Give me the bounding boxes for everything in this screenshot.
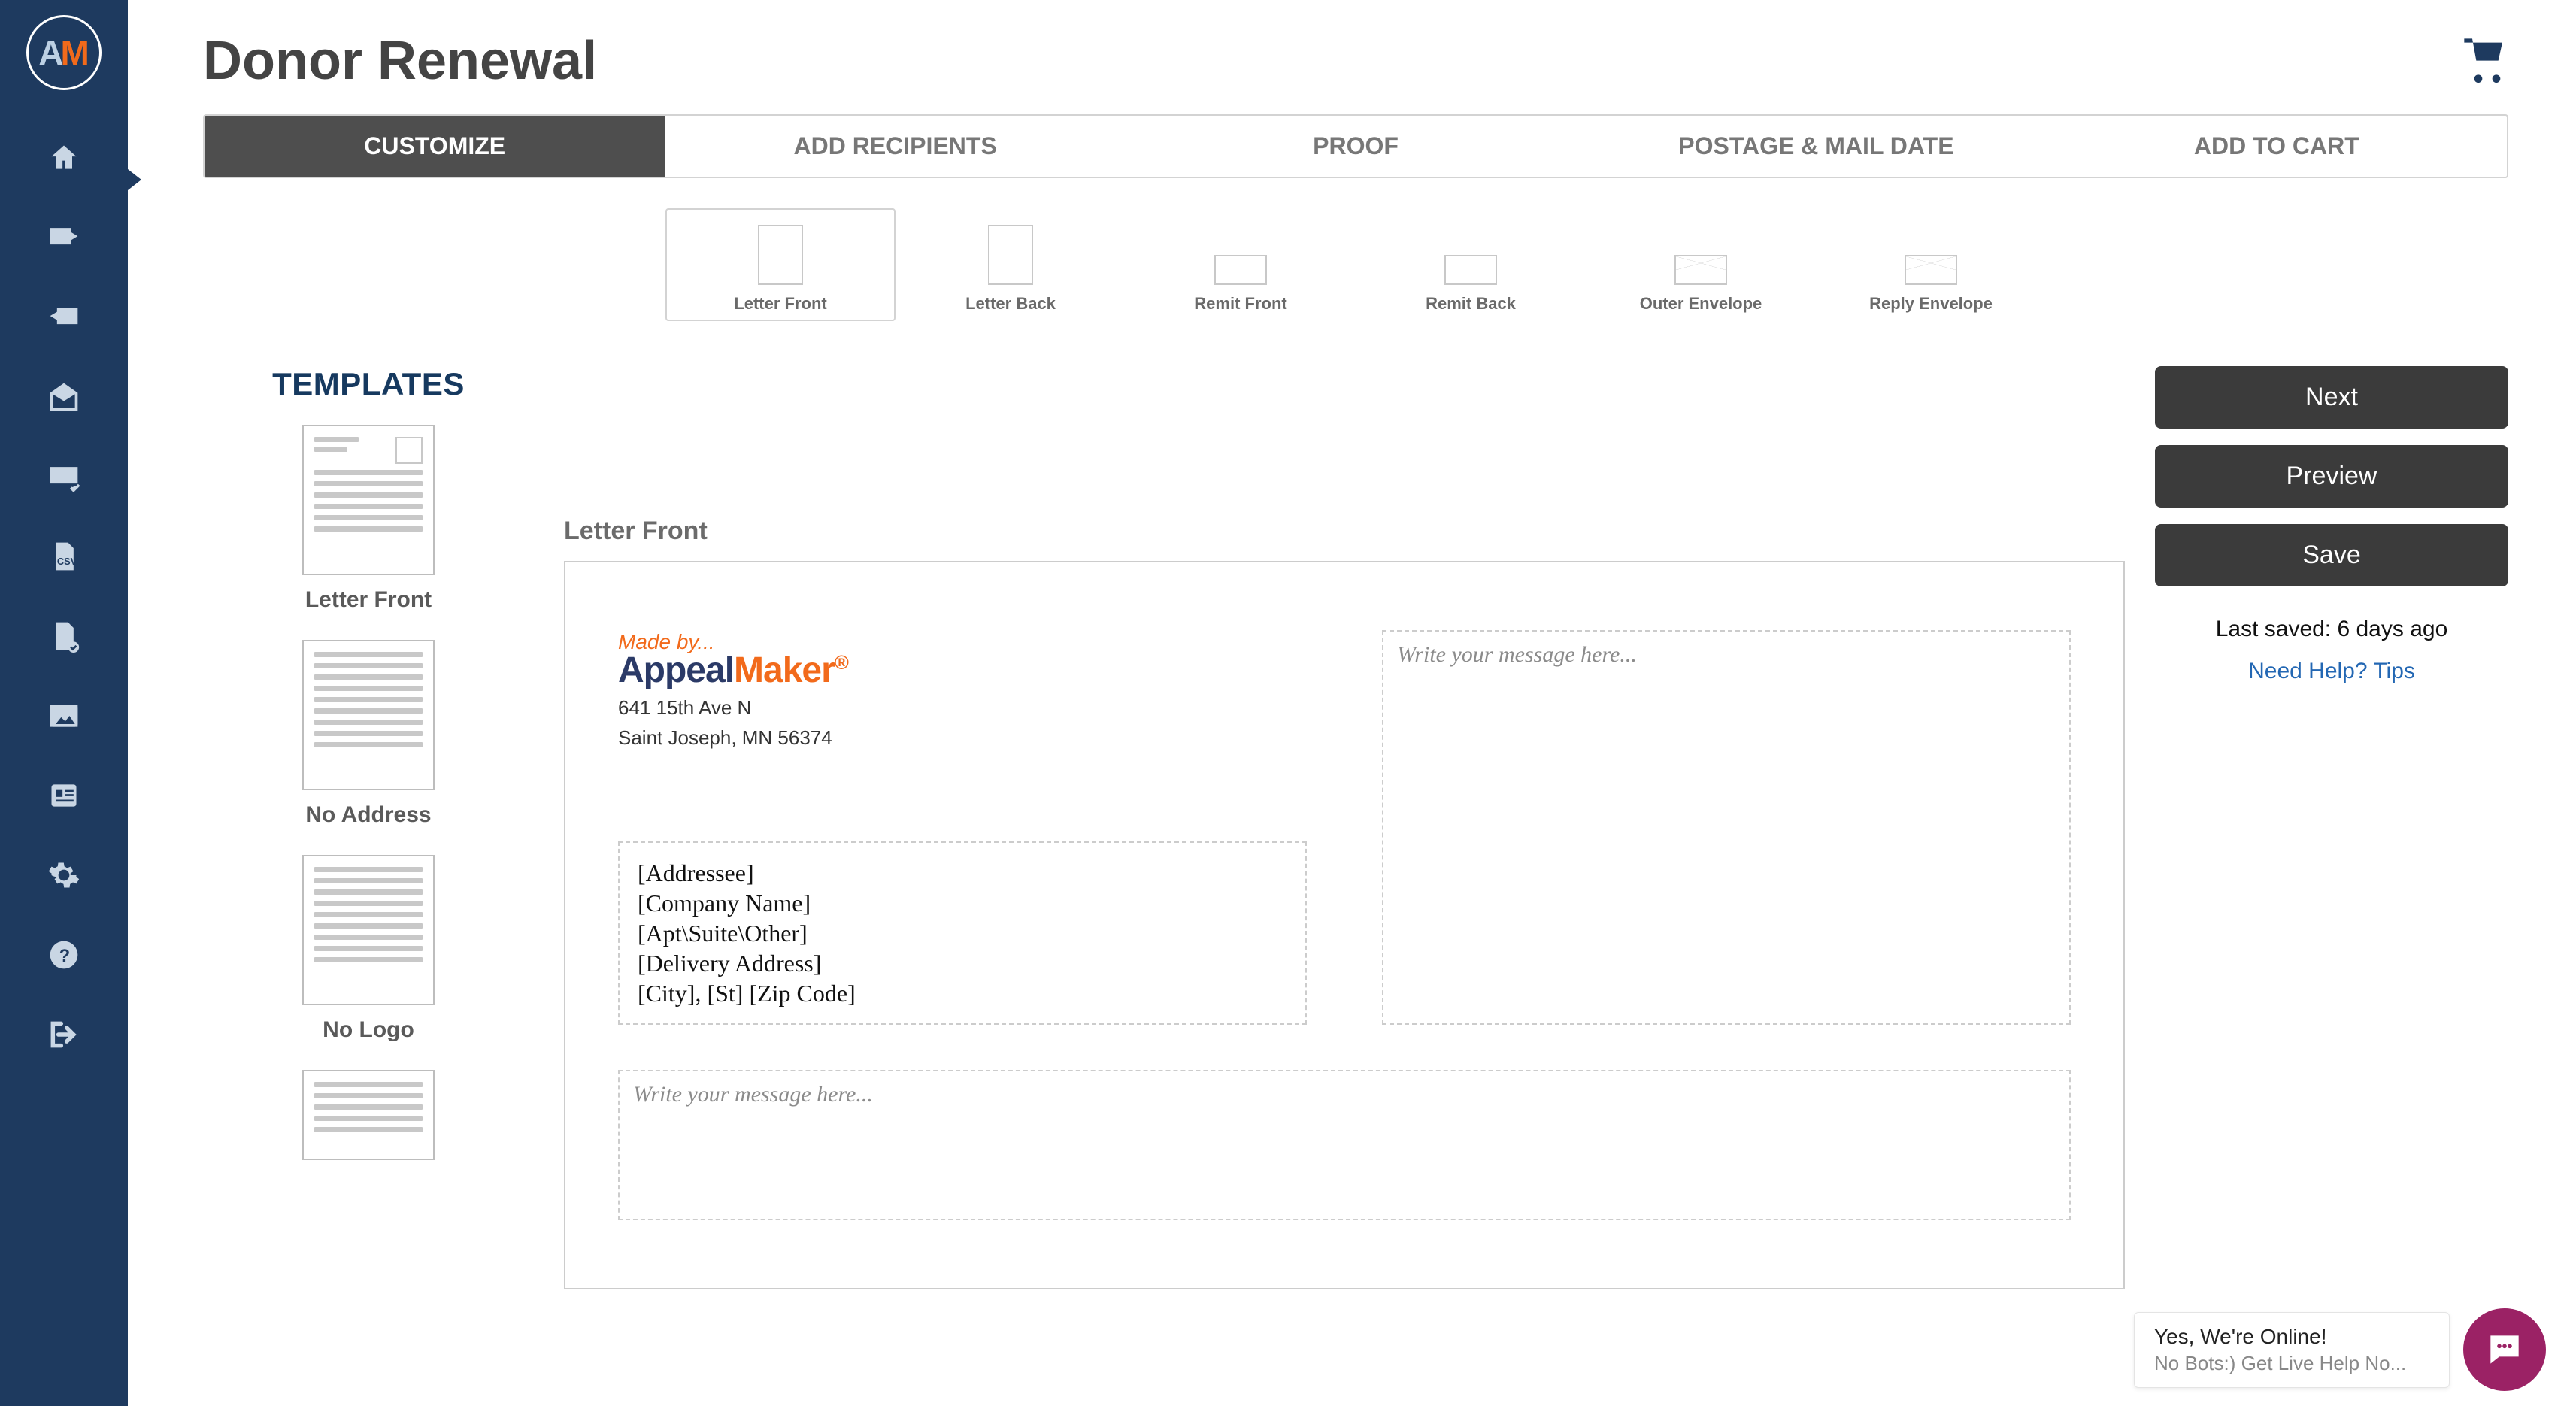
template-label: No Address — [305, 802, 431, 828]
app-logo[interactable]: AM — [26, 15, 102, 90]
logout-icon[interactable] — [41, 1012, 86, 1057]
thumb-label: Outer Envelope — [1640, 294, 1762, 314]
next-button[interactable]: Next — [2155, 366, 2508, 429]
chat-widget: Yes, We're Online! No Bots:) Get Live He… — [2134, 1308, 2546, 1391]
mail-out-icon[interactable] — [41, 215, 86, 260]
thumb-letter-back[interactable]: Letter Back — [896, 208, 1126, 321]
template-no-address[interactable]: No Address — [302, 640, 435, 828]
sidebar: AM CSV ? — [0, 0, 128, 1406]
sender-logo-block[interactable]: Made by... AppealMaker® 641 15th Ave N S… — [618, 630, 1307, 751]
template-preview-icon — [302, 855, 435, 1005]
sidebar-caret-icon — [128, 169, 141, 190]
template-label: Letter Front — [305, 587, 432, 613]
open-mail-icon[interactable] — [41, 374, 86, 420]
svg-text:?: ? — [59, 946, 71, 966]
logo-letter-m: M — [60, 32, 89, 73]
step-recipients[interactable]: ADD RECIPIENTS — [665, 116, 1125, 177]
mail-in-icon[interactable] — [41, 295, 86, 340]
addr-field: [Apt\Suite\Other] — [638, 918, 1287, 948]
sender-address-line1: 641 15th Ave N — [618, 695, 1307, 721]
sheet-icon — [988, 225, 1033, 285]
addr-field: [City], [St] [Zip Code] — [638, 978, 1287, 1008]
thumb-reply-envelope[interactable]: Reply Envelope — [1816, 208, 2046, 321]
thumb-label: Remit Back — [1426, 294, 1516, 314]
page-title: Donor Renewal — [203, 30, 597, 92]
wizard-steps: CUSTOMIZE ADD RECIPIENTS PROOF POSTAGE &… — [203, 114, 2508, 178]
thumb-letter-front[interactable]: Letter Front — [665, 208, 896, 321]
template-preview-icon — [302, 640, 435, 790]
envelope-closed-icon — [1905, 255, 1957, 285]
chat-bubble-icon[interactable] — [2463, 1308, 2546, 1391]
addr-field: [Addressee] — [638, 858, 1287, 888]
last-saved-text: Last saved: 6 days ago — [2155, 617, 2508, 642]
thumb-label: Reply Envelope — [1869, 294, 1993, 314]
logo-letter-a: A — [38, 32, 60, 73]
sheet-icon — [758, 225, 803, 285]
step-add-to-cart[interactable]: ADD TO CART — [2047, 116, 2507, 177]
step-proof[interactable]: PROOF — [1126, 116, 1586, 177]
templates-panel: TEMPLATES Letter Front No Address — [203, 366, 534, 1289]
step-postage[interactable]: POSTAGE & MAIL DATE — [1586, 116, 2046, 177]
letter-canvas[interactable]: Made by... AppealMaker® 641 15th Ave N S… — [564, 561, 2125, 1289]
template-preview-icon — [302, 1070, 435, 1160]
actions-panel: Next Preview Save Last saved: 6 days ago… — [2155, 366, 2508, 1289]
help-tips-link[interactable]: Need Help? Tips — [2155, 659, 2508, 684]
envelope-icon — [1444, 255, 1497, 285]
message-area-bottom[interactable]: Write your message here... — [618, 1070, 2071, 1220]
thumb-outer-envelope[interactable]: Outer Envelope — [1586, 208, 1816, 321]
main-content: Donor Renewal CUSTOMIZE ADD RECIPIENTS P… — [128, 0, 2576, 1289]
envelope-icon — [1214, 255, 1267, 285]
recipient-address-block[interactable]: [Addressee] [Company Name] [Apt\Suite\Ot… — [618, 841, 1307, 1025]
template-label: No Logo — [323, 1017, 414, 1043]
thumb-remit-front[interactable]: Remit Front — [1126, 208, 1356, 321]
thumb-remit-back[interactable]: Remit Back — [1356, 208, 1586, 321]
thumb-label: Letter Back — [965, 294, 1056, 314]
mail-check-icon[interactable] — [41, 454, 86, 499]
chat-title: Yes, We're Online! — [2154, 1325, 2429, 1349]
addr-field: [Company Name] — [638, 888, 1287, 918]
help-icon[interactable]: ? — [41, 932, 86, 977]
templates-heading: TEMPLATES — [203, 366, 534, 402]
template-no-logo[interactable]: No Logo — [302, 855, 435, 1043]
template-extra[interactable] — [302, 1070, 435, 1160]
thumb-label: Letter Front — [734, 294, 826, 314]
step-customize[interactable]: CUSTOMIZE — [205, 116, 665, 177]
addr-field: [Delivery Address] — [638, 948, 1287, 978]
news-icon[interactable] — [41, 773, 86, 818]
template-letter-front[interactable]: Letter Front — [302, 425, 435, 613]
csv-icon[interactable]: CSV — [41, 534, 86, 579]
gear-icon[interactable] — [41, 853, 86, 898]
home-icon[interactable] — [41, 135, 86, 180]
chat-subtitle: No Bots:) Get Live Help No... — [2154, 1352, 2429, 1375]
page-thumbnails: Letter Front Letter Back Remit Front Rem… — [203, 208, 2508, 321]
envelope-closed-icon — [1674, 255, 1727, 285]
thumb-label: Remit Front — [1194, 294, 1286, 314]
message-area-top[interactable]: Write your message here... — [1382, 630, 2071, 1025]
cart-icon[interactable] — [2460, 35, 2508, 88]
preview-button[interactable]: Preview — [2155, 445, 2508, 508]
file-check-icon[interactable] — [41, 614, 86, 659]
image-icon[interactable] — [41, 693, 86, 738]
sender-address-line2: Saint Joseph, MN 56374 — [618, 726, 1307, 751]
chat-card[interactable]: Yes, We're Online! No Bots:) Get Live He… — [2134, 1312, 2450, 1388]
editor-section-title: Letter Front — [564, 517, 2125, 546]
save-button[interactable]: Save — [2155, 524, 2508, 586]
editor-panel: Letter Front Made by... AppealMaker® 641… — [564, 366, 2125, 1289]
svg-text:CSV: CSV — [57, 556, 77, 567]
template-preview-icon — [302, 425, 435, 575]
logo-wordmark: AppealMaker® — [618, 650, 1307, 691]
